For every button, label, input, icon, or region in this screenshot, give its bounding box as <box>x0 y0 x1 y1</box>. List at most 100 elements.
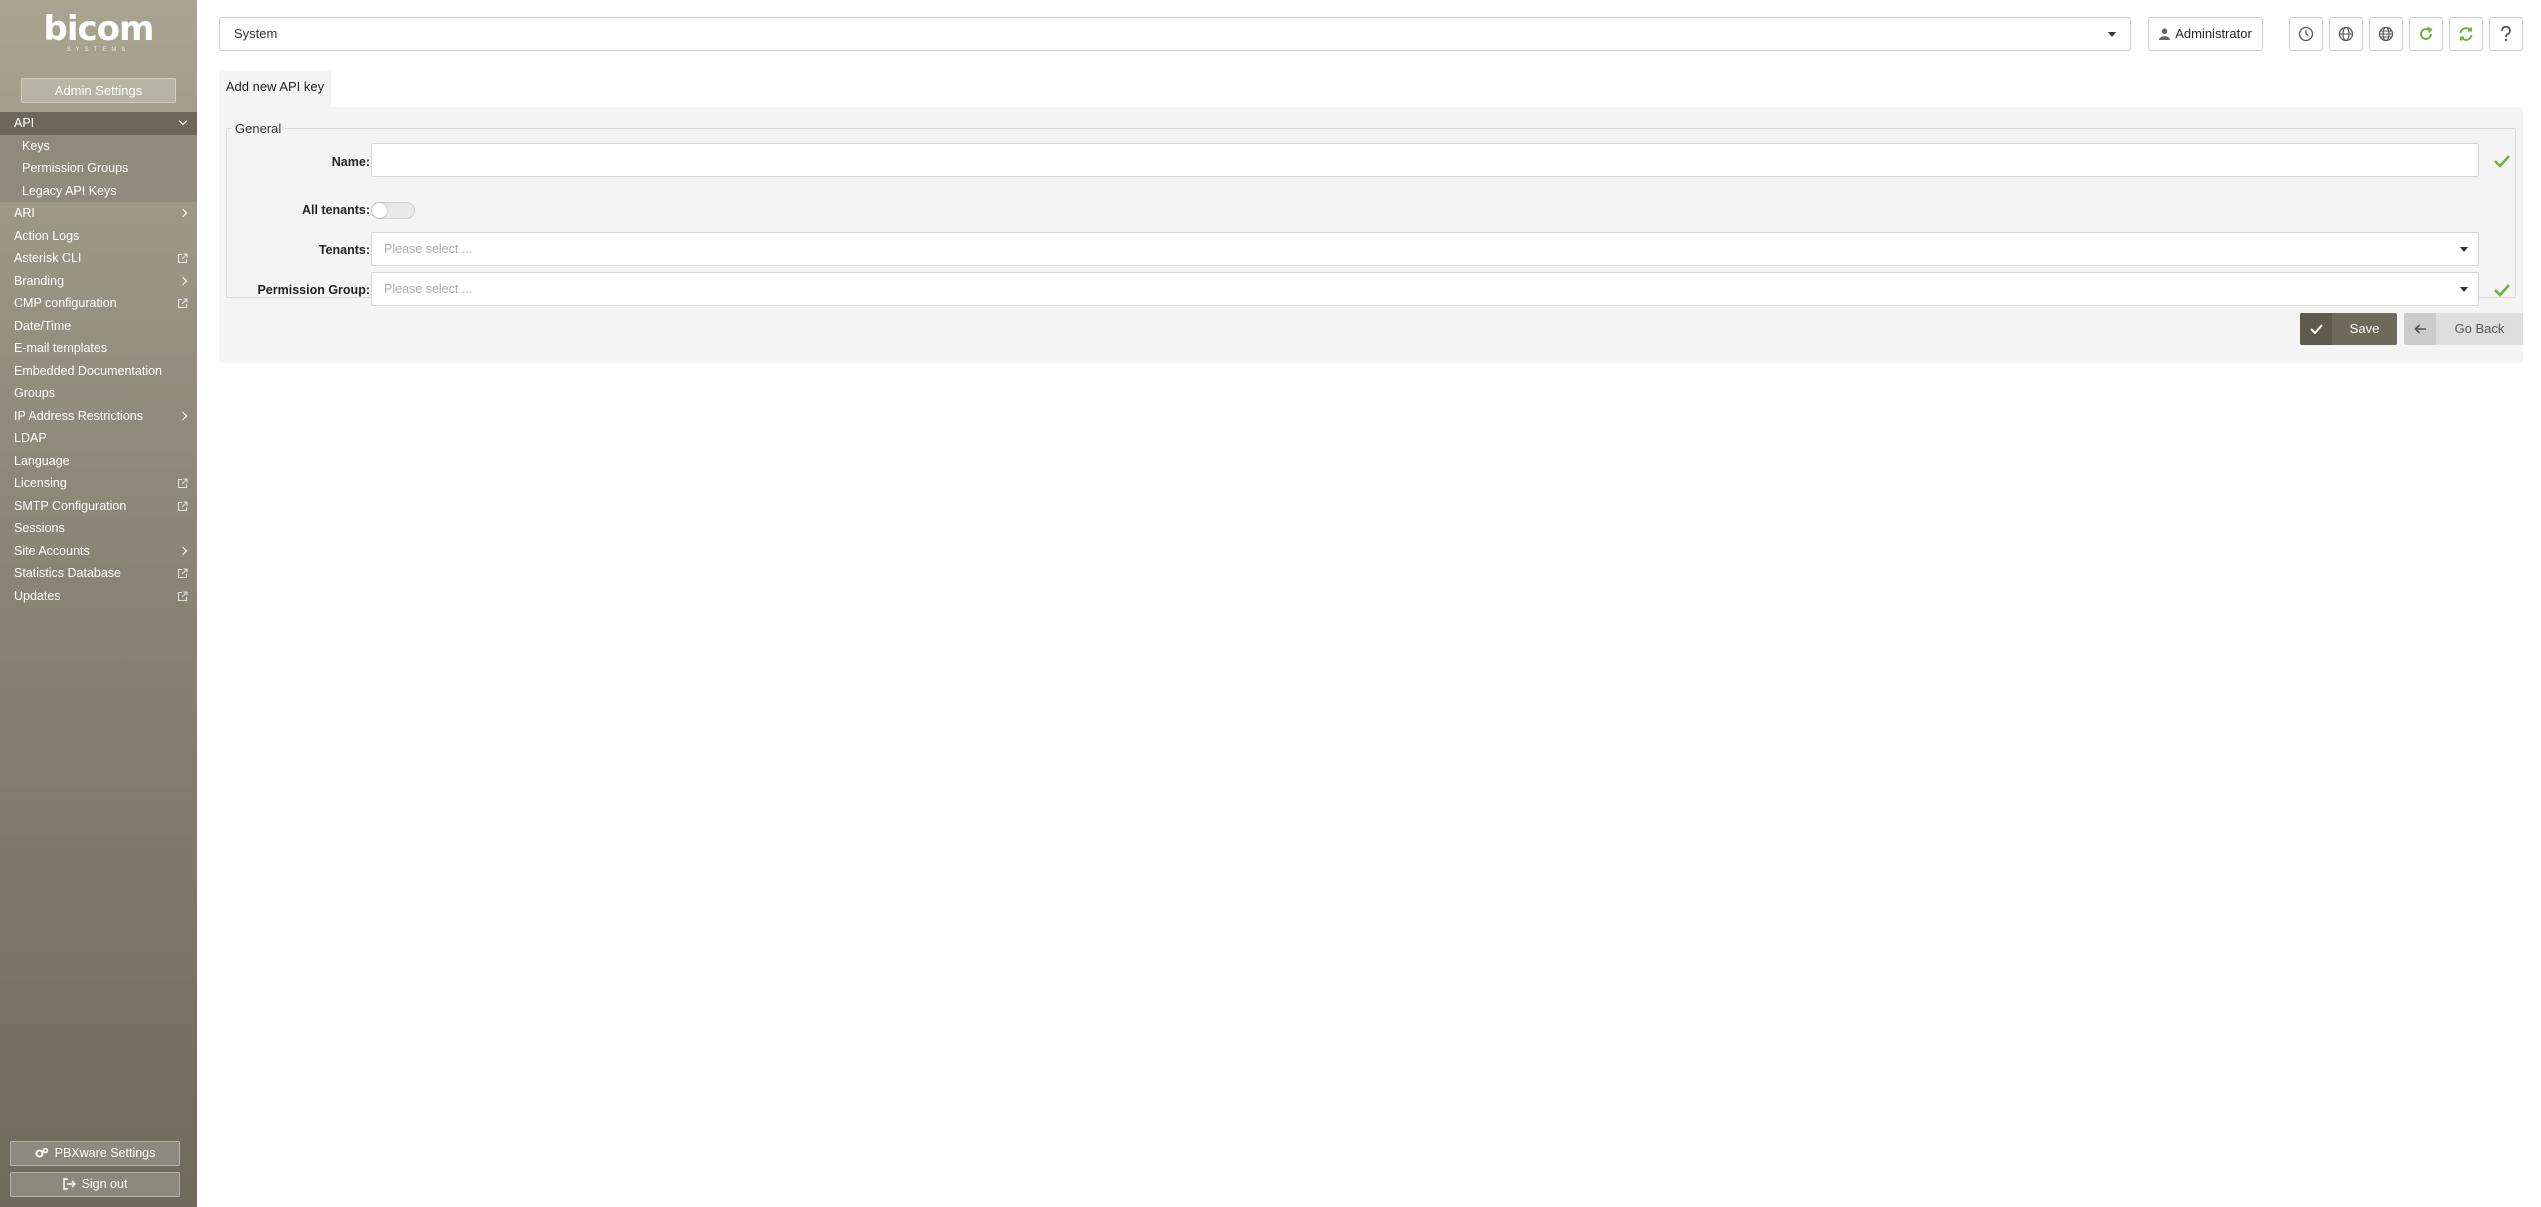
go-back-button-label: Go Back <box>2454 321 2505 336</box>
sidebar-item-label: Groups <box>14 386 55 400</box>
sidebar-item-asterisk-cli[interactable]: Asterisk CLI <box>0 247 197 270</box>
sidebar-item-smtp-configuration[interactable]: SMTP Configuration <box>0 495 197 518</box>
chevron-down-icon <box>178 116 188 126</box>
sidebar-item-label: ARI <box>14 206 35 220</box>
globe-icon <box>2338 26 2354 42</box>
all-tenants-label: All tenants: <box>301 203 370 217</box>
tenants-label: Tenants: <box>318 243 370 257</box>
sidebar-nav: API Keys Permission Groups Legacy API Keys A… <box>0 112 197 607</box>
logo-wordmark: bicom <box>43 9 155 49</box>
sidebar-item-ari[interactable]: ARI <box>0 202 197 225</box>
external-link-icon <box>177 500 188 511</box>
timezone-button[interactable] <box>2369 17 2403 51</box>
sidebar-item-api[interactable]: API <box>0 112 197 135</box>
external-link-icon <box>177 253 188 264</box>
sidebar-item-e-mail-templates[interactable]: E-mail templates <box>0 337 197 360</box>
sidebar-item-label: Permission Groups <box>22 161 129 175</box>
pbxware-settings-label: PBXware Settings <box>54 1146 156 1160</box>
sidebar-item-embedded-documentation[interactable]: Embedded Documentation <box>0 360 197 383</box>
external-link-icon <box>177 298 188 309</box>
external-link-icon <box>177 568 188 579</box>
sign-out-button[interactable]: Sign out <box>10 1172 180 1197</box>
sidebar-item-label: Date/Time <box>14 318 72 333</box>
clock-button[interactable] <box>2289 17 2323 51</box>
save-button-label: Save <box>2349 321 2380 336</box>
sidebar-item-label: LDAP <box>14 431 47 445</box>
name-label: Name: <box>331 155 370 169</box>
refresh-button[interactable] <box>2409 17 2443 51</box>
form-panel: General Name: All tenants: Tenants: Plea… <box>219 107 2523 363</box>
all-tenants-toggle[interactable] <box>371 202 415 219</box>
save-button[interactable]: Save <box>2300 313 2397 345</box>
sidebar-item-ldap[interactable]: LDAP <box>0 427 197 450</box>
sidebar-item-action-logs[interactable]: Action Logs <box>0 225 197 248</box>
sidebar-item-label: SMTP Configuration <box>14 498 127 513</box>
globe-grid-icon <box>2378 26 2394 42</box>
language-button[interactable] <box>2329 17 2363 51</box>
sidebar-item-label: Keys <box>22 138 50 153</box>
sidebar-item-label: Licensing <box>14 476 67 490</box>
check-icon <box>2494 284 2510 297</box>
sidebar-item-date-time[interactable]: Date/Time <box>0 315 197 338</box>
sidebar-item-label: CMP configuration <box>14 296 117 310</box>
name-input[interactable] <box>371 143 2479 177</box>
caret-down-icon <box>2108 32 2116 37</box>
help-icon <box>2501 26 2511 42</box>
sidebar-item-label: API <box>14 116 35 130</box>
tab-add-api-key[interactable]: Add new API key <box>219 71 331 107</box>
sidebar-item-label: Branding <box>14 273 65 288</box>
sidebar-item-site-accounts[interactable]: Site Accounts <box>0 540 197 563</box>
permission-group-label: Permission Group: <box>257 283 370 297</box>
fieldset-legend: General <box>232 122 285 136</box>
general-fieldset: General Name: All tenants: Tenants: Plea… <box>226 122 2516 306</box>
help-button[interactable] <box>2489 17 2523 51</box>
gears-icon <box>35 1147 48 1158</box>
sidebar-item-label: E-mail templates <box>14 341 108 355</box>
chevron-right-icon <box>178 276 188 285</box>
pbxware-settings-button[interactable]: PBXware Settings <box>10 1141 180 1166</box>
clock-icon <box>2298 26 2314 42</box>
sidebar: bicom SYSTEMS Admin Settings API Keys Perm… <box>0 0 197 1207</box>
chevron-right-icon <box>178 546 188 555</box>
save-button-icon-wrap <box>2300 313 2332 345</box>
logo: bicom SYSTEMS <box>0 12 197 56</box>
system-select-value: System <box>234 26 278 41</box>
sidebar-item-legacy-api-keys[interactable]: Legacy API Keys <box>0 179 197 202</box>
caret-down-icon <box>2460 287 2468 292</box>
sidebar-item-statistics-database[interactable]: Statistics Database <box>0 562 197 585</box>
sync-icon <box>2459 27 2473 41</box>
user-menu-button[interactable]: Administrator <box>2148 17 2263 51</box>
sidebar-item-permission-groups[interactable]: Permission Groups <box>0 157 197 180</box>
sidebar-item-label: Language <box>14 453 70 468</box>
sync-button[interactable] <box>2449 17 2483 51</box>
permission-group-select[interactable]: Please select ... <box>371 272 2479 306</box>
sidebar-item-language[interactable]: Language <box>0 450 197 473</box>
sidebar-item-keys[interactable]: Keys <box>0 134 197 157</box>
sidebar-item-groups[interactable]: Groups <box>0 382 197 405</box>
sidebar-item-cmp-configuration[interactable]: CMP configuration <box>0 292 197 315</box>
system-select[interactable]: System <box>219 17 2131 51</box>
sidebar-item-ip-address-restrictions[interactable]: IP Address Restrictions <box>0 405 197 428</box>
go-back-button-icon-wrap <box>2404 313 2436 345</box>
go-back-button[interactable]: Go Back <box>2404 313 2523 345</box>
sidebar-item-licensing[interactable]: Licensing <box>0 472 197 495</box>
sidebar-item-label: IP Address Restrictions <box>14 408 143 423</box>
sidebar-item-updates[interactable]: Updates <box>0 585 197 608</box>
tenants-select[interactable]: Please select ... <box>371 232 2479 266</box>
sidebar-item-label: Updates <box>14 588 61 603</box>
check-icon <box>2494 155 2510 168</box>
user-menu-label: Administrator <box>2175 26 2252 41</box>
sidebar-item-branding[interactable]: Branding <box>0 270 197 293</box>
refresh-icon <box>2420 26 2433 40</box>
chevron-right-icon <box>178 411 188 420</box>
sidebar-item-sessions[interactable]: Sessions <box>0 517 197 540</box>
chevron-right-icon <box>178 208 188 218</box>
sign-out-label: Sign out <box>81 1177 128 1191</box>
sidebar-item-label: Legacy API Keys <box>22 183 117 198</box>
user-icon <box>2159 28 2171 40</box>
logo-subtitle: SYSTEMS <box>66 47 131 53</box>
sidebar-item-label: Asterisk CLI <box>14 251 82 265</box>
external-link-icon <box>177 590 188 601</box>
sidebar-item-label: Sessions <box>14 521 65 535</box>
admin-settings-button[interactable]: Admin Settings <box>21 78 176 103</box>
